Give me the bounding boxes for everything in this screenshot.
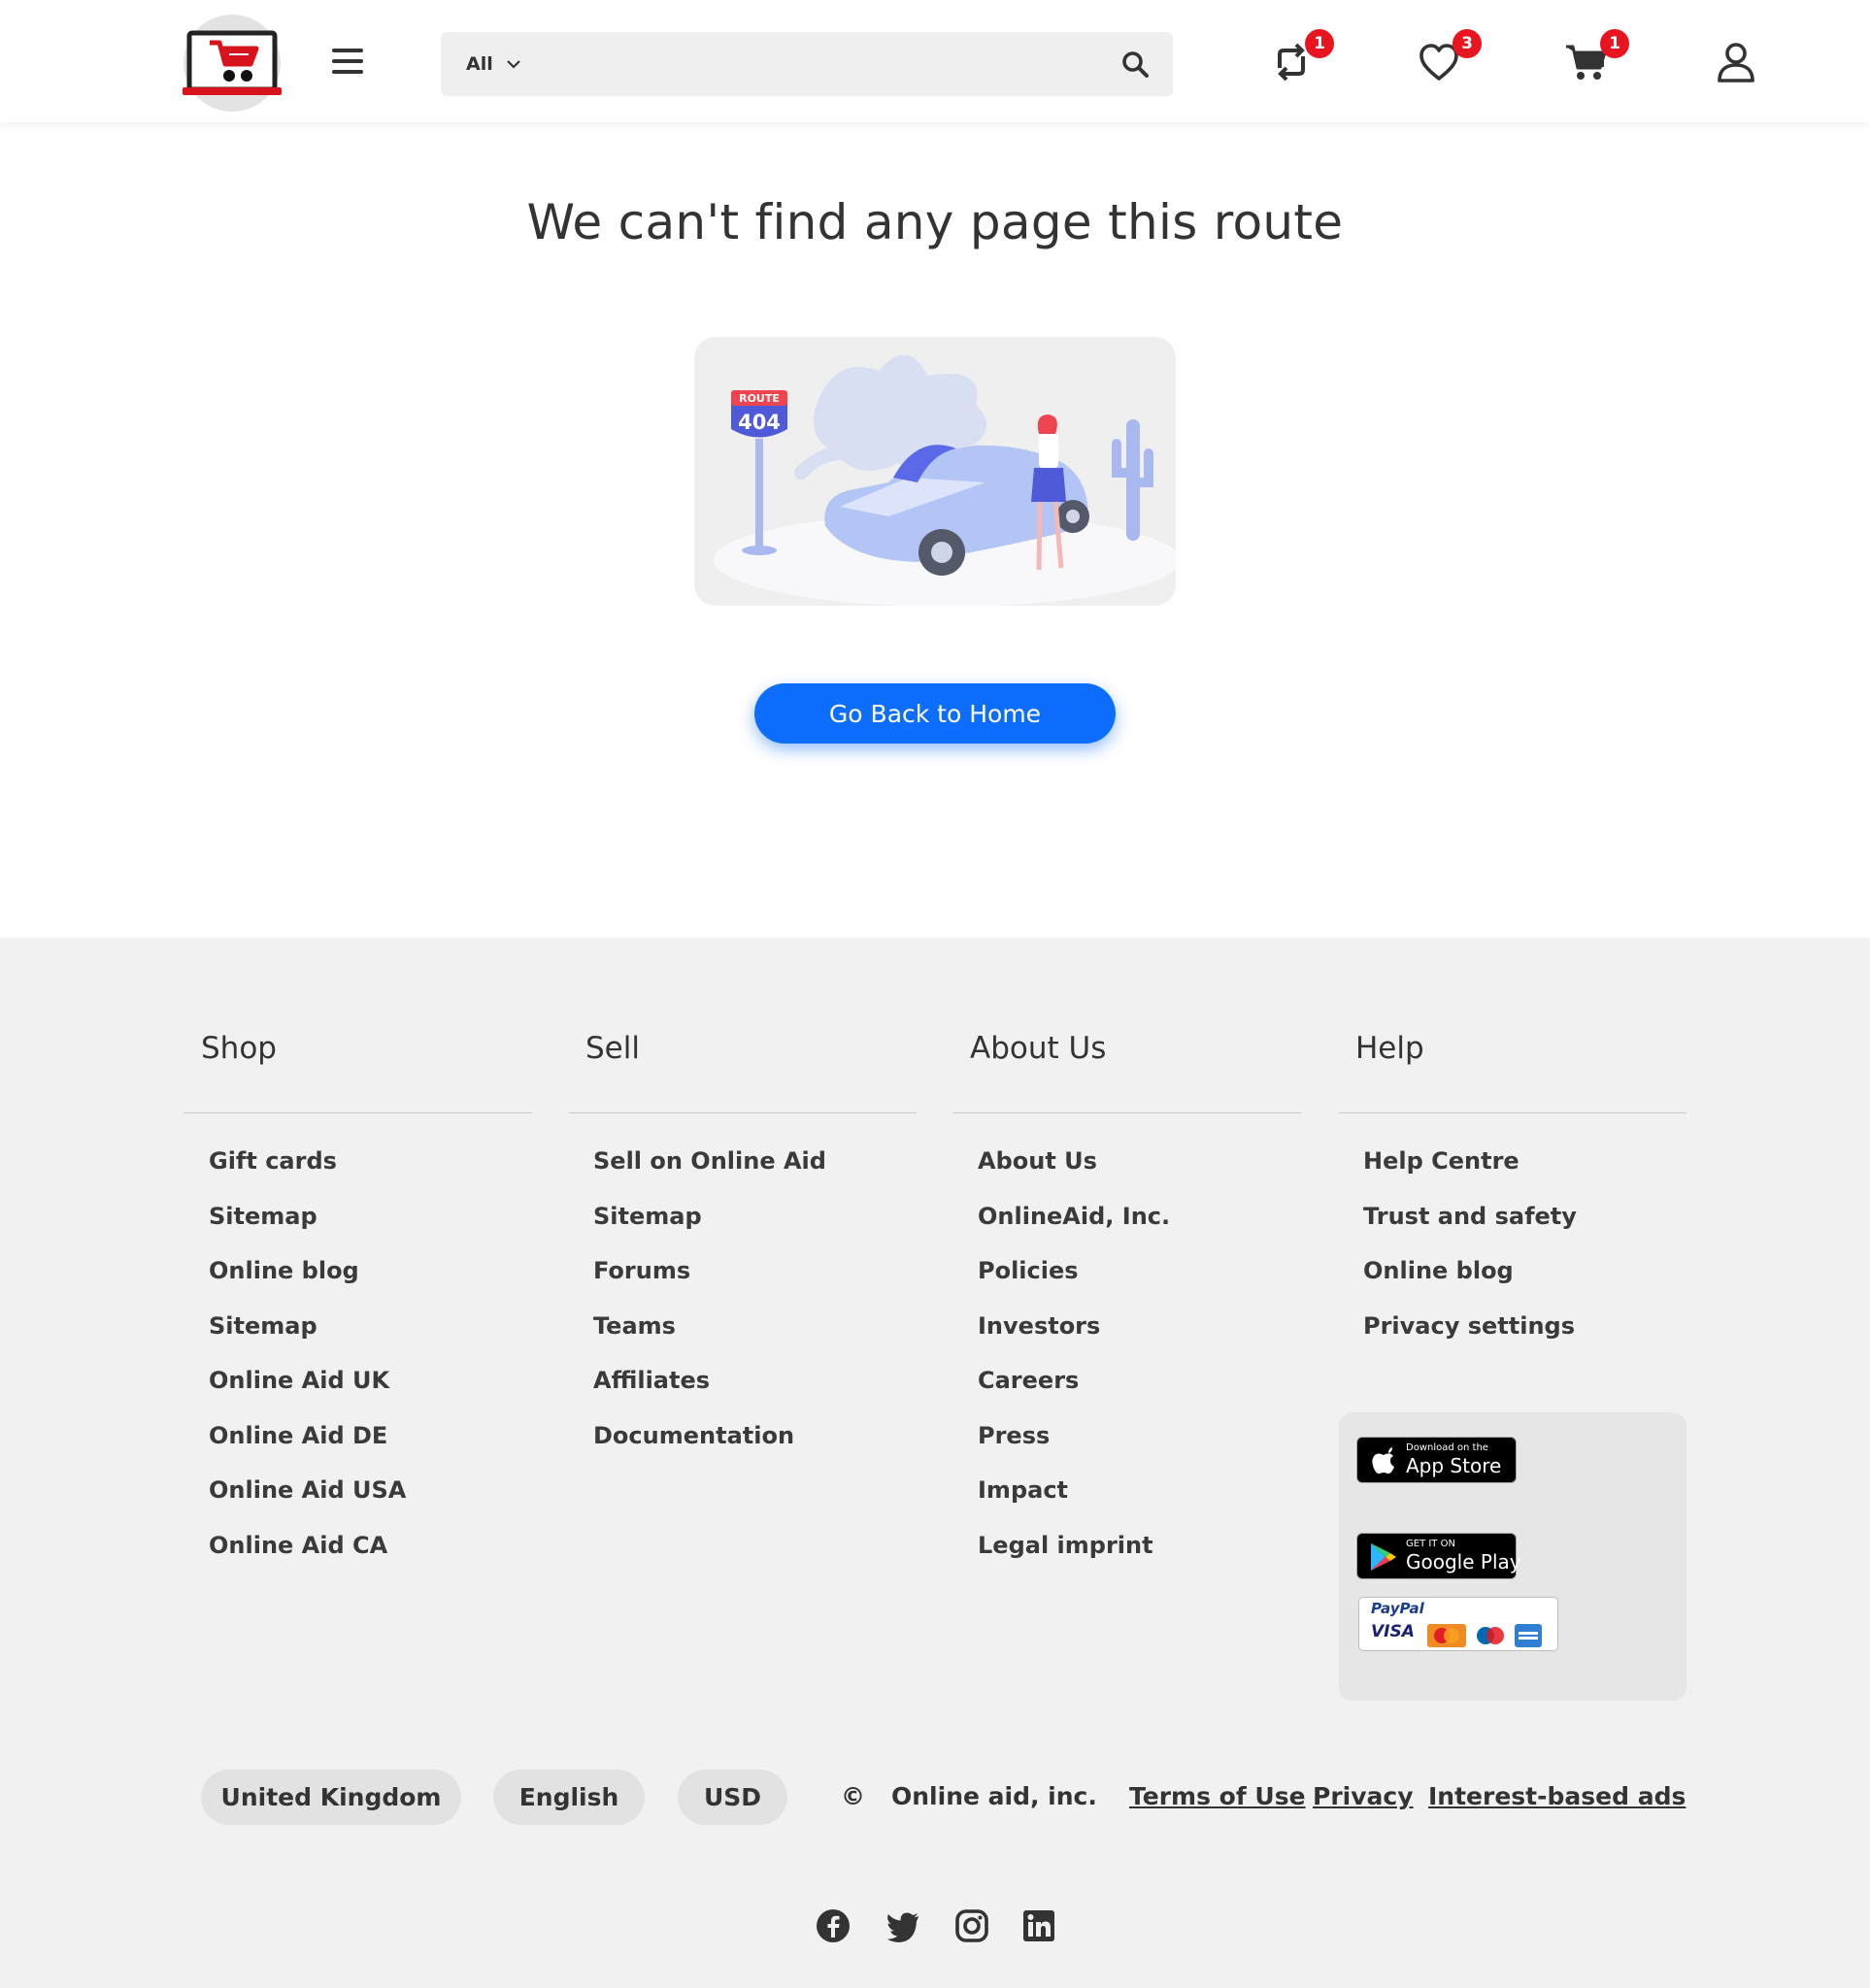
footer-link[interactable]: Investors xyxy=(978,1312,1170,1368)
footer-link[interactable]: Help Centre xyxy=(1363,1147,1577,1203)
maestro-icon xyxy=(1471,1624,1510,1647)
footer-link[interactable]: Sell on Online Aid xyxy=(593,1147,826,1203)
search-category-label: All xyxy=(466,53,493,75)
interest-based-ads-link[interactable]: Interest-based ads xyxy=(1428,1782,1686,1810)
cart-count-badge: 1 xyxy=(1600,29,1629,58)
footer-link[interactable]: Online blog xyxy=(1363,1257,1577,1312)
footer-link[interactable]: Legal imprint xyxy=(978,1532,1170,1587)
footer-link-list: Help Centre Trust and safety Online blog… xyxy=(1363,1147,1577,1367)
google-play-badge[interactable]: GET IT ON Google Play xyxy=(1356,1533,1521,1579)
page-title: We can't find any page this route xyxy=(526,194,1344,250)
footer-link[interactable]: Affiliates xyxy=(593,1367,826,1422)
cart-button[interactable]: 1 xyxy=(1563,29,1629,85)
route-404-illustration: ROUTE 404 xyxy=(694,337,1176,606)
site-header: All 1 3 1 xyxy=(0,0,1870,122)
compare-button[interactable]: 1 xyxy=(1268,29,1334,85)
footer-link-list: About Us OnlineAid, Inc. Policies Invest… xyxy=(978,1147,1170,1586)
account-button[interactable] xyxy=(1713,39,1759,85)
app-store-big-text: App Store xyxy=(1406,1454,1502,1477)
footer-heading: Shop xyxy=(201,1031,277,1066)
footer-link[interactable]: Online Aid DE xyxy=(209,1422,406,1477)
app-store-small-text: Download on the xyxy=(1406,1442,1488,1453)
google-play-big-text: Google Play xyxy=(1406,1550,1521,1574)
footer-link-list: Gift cards Sitemap Online blog Sitemap O… xyxy=(209,1147,406,1586)
footer-link[interactable]: Sitemap xyxy=(209,1312,406,1368)
sign-number-text: 404 xyxy=(738,411,781,434)
privacy-link[interactable]: Privacy xyxy=(1313,1782,1414,1810)
copyright-symbol: © xyxy=(841,1782,865,1810)
footer-link[interactable]: Careers xyxy=(978,1367,1170,1422)
footer-link[interactable]: Sitemap xyxy=(209,1203,406,1258)
footer-link[interactable]: Press xyxy=(978,1422,1170,1477)
app-store-badge[interactable]: Download on the App Store xyxy=(1356,1437,1517,1483)
footer-link[interactable]: Documentation xyxy=(593,1422,826,1477)
footer-link[interactable]: About Us xyxy=(978,1147,1170,1203)
country-selector[interactable]: United Kingdom xyxy=(201,1770,461,1825)
user-icon xyxy=(1718,43,1754,83)
hamburger-menu-button[interactable] xyxy=(330,45,365,78)
facebook-icon[interactable] xyxy=(816,1908,851,1943)
footer-heading: Sell xyxy=(585,1031,640,1066)
footer-link[interactable]: Gift cards xyxy=(209,1147,406,1203)
site-footer: Shop Gift cards Sitemap Online blog Site… xyxy=(0,938,1870,1988)
sign-top-text: ROUTE xyxy=(739,392,780,405)
menu-bar xyxy=(332,59,363,63)
chevron-down-icon xyxy=(506,60,520,69)
footer-link[interactable]: Sitemap xyxy=(593,1203,826,1258)
wishlist-button[interactable]: 3 xyxy=(1416,29,1482,85)
instagram-icon[interactable] xyxy=(954,1908,989,1943)
footer-link[interactable]: Trust and safety xyxy=(1363,1203,1577,1258)
search-icon[interactable] xyxy=(1120,50,1150,79)
google-play-icon xyxy=(1371,1543,1396,1571)
footer-link[interactable]: Privacy settings xyxy=(1363,1312,1577,1368)
footer-heading: About Us xyxy=(970,1031,1107,1066)
company-name: Online aid, inc. xyxy=(891,1782,1097,1810)
footer-divider xyxy=(953,1112,1301,1113)
mastercard-icon xyxy=(1427,1624,1466,1647)
app-download-panel: Download on the App Store GET IT ON Goog… xyxy=(1339,1412,1686,1701)
footer-divider xyxy=(184,1112,532,1113)
paypal-logo: PayPal xyxy=(1371,1600,1424,1617)
payment-methods: PayPal VISA xyxy=(1358,1597,1558,1651)
footer-link[interactable]: Forums xyxy=(593,1257,826,1312)
currency-selector[interactable]: USD xyxy=(678,1770,787,1825)
footer-link[interactable]: Online Aid USA xyxy=(209,1476,406,1532)
footer-link[interactable]: Impact xyxy=(978,1476,1170,1532)
store-logo[interactable] xyxy=(181,14,284,113)
menu-bar xyxy=(332,49,363,52)
search-bar: All xyxy=(441,32,1173,96)
wishlist-count-badge: 3 xyxy=(1453,29,1482,58)
footer-heading: Help xyxy=(1355,1031,1424,1066)
footer-link[interactable]: Policies xyxy=(978,1257,1170,1312)
google-play-small-text: GET IT ON xyxy=(1406,1539,1455,1549)
footer-divider xyxy=(1339,1112,1686,1113)
footer-divider xyxy=(569,1112,917,1113)
twitter-icon[interactable] xyxy=(885,1908,920,1943)
search-input[interactable] xyxy=(519,32,1120,96)
footer-link[interactable]: Online blog xyxy=(209,1257,406,1312)
visa-logo: VISA xyxy=(1371,1622,1415,1641)
amex-icon xyxy=(1515,1624,1542,1647)
terms-of-use-link[interactable]: Terms of Use xyxy=(1129,1782,1306,1810)
footer-link[interactable]: Online Aid CA xyxy=(209,1532,406,1587)
apple-icon xyxy=(1372,1447,1394,1474)
menu-bar xyxy=(332,70,363,74)
compare-count-badge: 1 xyxy=(1305,29,1334,58)
search-category-select[interactable]: All xyxy=(466,53,520,75)
go-back-home-button[interactable]: Go Back to Home xyxy=(754,683,1116,744)
linkedin-icon[interactable] xyxy=(1021,1908,1056,1943)
language-selector[interactable]: English xyxy=(493,1770,645,1825)
footer-link[interactable]: Online Aid UK xyxy=(209,1367,406,1422)
footer-link[interactable]: OnlineAid, Inc. xyxy=(978,1203,1170,1258)
footer-link-list: Sell on Online Aid Sitemap Forums Teams … xyxy=(593,1147,826,1476)
footer-link[interactable]: Teams xyxy=(593,1312,826,1368)
